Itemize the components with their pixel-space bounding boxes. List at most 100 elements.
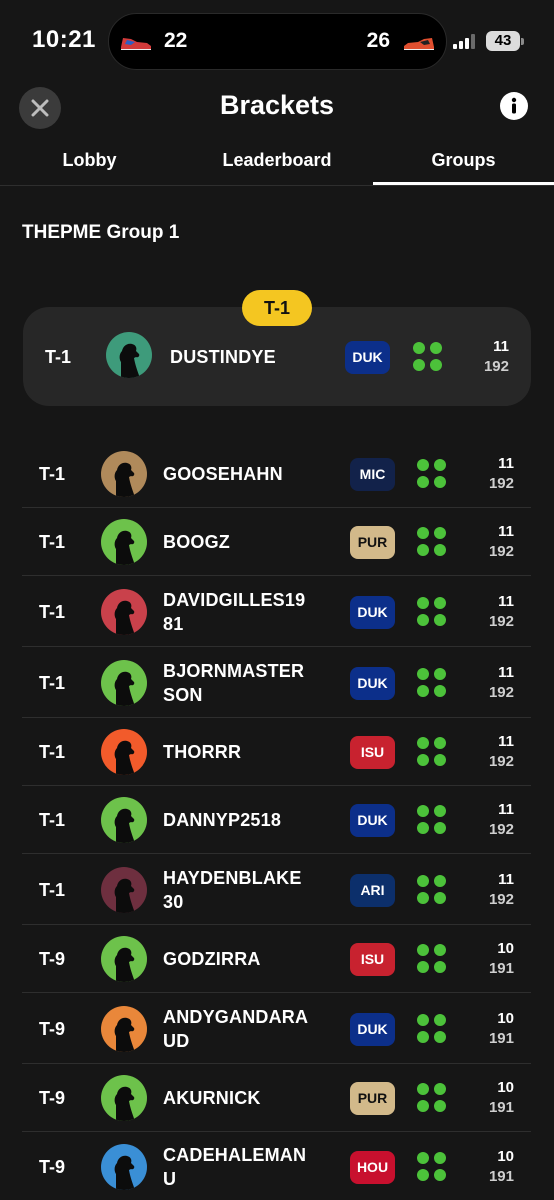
total-value: 191 [488, 1029, 514, 1047]
score-block: 11 192 [489, 732, 514, 772]
points-value: 11 [498, 663, 514, 681]
avatar [106, 332, 152, 378]
points-value: 11 [498, 523, 514, 540]
table-row[interactable]: T-9 AKURNICK PUR 10 191 [22, 1063, 531, 1131]
avatar [101, 1144, 147, 1190]
username: GOOSEHAHN [163, 462, 283, 486]
username-line-2: 30 [163, 891, 184, 912]
rank-label: T-1 [39, 532, 66, 552]
picks-status-icon [417, 1013, 447, 1044]
username: DAVIDGILLES19 81 [163, 588, 305, 636]
avatar [101, 659, 147, 706]
table-row[interactable]: T-9 CADEHALEMAN U HOU 10 191 [22, 1131, 531, 1200]
avatar [101, 936, 147, 982]
tab-groups[interactable]: Groups [373, 150, 554, 171]
score-block: 10 191 [489, 939, 514, 979]
rank-label: T-1 [39, 810, 66, 830]
group-title: THEPME Group 1 [22, 222, 180, 243]
tab-leaderboard[interactable]: Leaderboard [190, 150, 364, 171]
rank-label: T-1 [45, 347, 72, 367]
points-value: 11 [498, 592, 514, 610]
avatar [101, 450, 147, 497]
points-value: 11 [498, 870, 514, 888]
picks-status-icon [417, 458, 447, 489]
page-title: Brackets [219, 90, 335, 120]
team-badge: HOU [350, 1151, 395, 1184]
username-line-1: DANNYP2518 [163, 810, 282, 830]
score-block: 11 192 [489, 454, 514, 494]
points-value: 11 [498, 801, 514, 818]
score-block: 11 192 [489, 522, 514, 562]
points-value: 10 [497, 940, 514, 957]
score-block: 11 192 [489, 663, 514, 703]
picks-status-icon [417, 874, 447, 905]
rank-label: T-1 [39, 601, 66, 622]
avatar [101, 1075, 147, 1121]
team-badge: DUK [350, 804, 395, 837]
points-value: 10 [497, 1148, 514, 1165]
table-row[interactable]: T-1 BJORNMASTER SON DUK 11 192 [22, 646, 531, 717]
username: AKURNICK [163, 1086, 261, 1110]
rank-label: T-9 [39, 1018, 66, 1039]
username: THORRR [163, 740, 241, 764]
active-tab-indicator [373, 182, 554, 185]
team-badge: ISU [350, 943, 395, 976]
username-line-1: GOOSEHAHN [163, 463, 283, 484]
score-right: 26 [366, 29, 390, 52]
info-button[interactable] [500, 92, 528, 120]
score-block: 10 191 [489, 1078, 514, 1118]
team-badge: DUK [350, 666, 395, 700]
points-value: 10 [497, 1079, 514, 1096]
team-badge: ISU [350, 736, 395, 769]
total-value: 192 [488, 753, 514, 770]
score-block: 10 191 [489, 1147, 514, 1187]
table-row[interactable]: T-1 THORRR ISU 11 192 [22, 717, 531, 785]
username-line-2: SON [163, 684, 203, 705]
total-value: 191 [488, 960, 514, 977]
table-row[interactable]: T-1 BOOGZ PUR 11 192 [22, 507, 531, 575]
status-time: 10:21 [32, 26, 96, 53]
score-left: 22 [164, 29, 188, 52]
username-line-1: ANDYGANDARA [163, 1006, 309, 1027]
picks-status-icon [417, 944, 447, 974]
picks-status-icon [413, 342, 443, 372]
battery-icon: 43 [486, 31, 520, 51]
table-row[interactable]: T-1 DANNYP2518 DUK 11 192 [22, 785, 531, 853]
picks-status-icon [417, 737, 447, 767]
status-bar: 10:21 22 26 43 [0, 0, 554, 84]
username: HAYDENBLAKE 30 [163, 866, 302, 914]
username-line-1: GODZIRRA [163, 949, 261, 969]
total-value: 192 [488, 821, 514, 838]
table-row[interactable]: T-1 HAYDENBLAKE 30 ARI 11 192 [22, 853, 531, 924]
rank-label: T-1 [39, 672, 66, 693]
picks-status-icon [417, 667, 447, 698]
picks-status-icon [417, 596, 447, 627]
picks-status-icon [417, 527, 447, 557]
rank-label: T-9 [39, 1157, 66, 1177]
team-badge: DUK [345, 341, 390, 374]
table-row[interactable]: T-1 DAVIDGILLES19 81 DUK 11 192 [22, 575, 531, 646]
rank-label: T-1 [39, 879, 66, 900]
rank-label: T-1 [39, 463, 66, 484]
picks-status-icon [417, 805, 447, 835]
avatar [101, 519, 147, 565]
rank-label: T-1 [39, 742, 66, 762]
rank-label: T-9 [39, 1088, 66, 1108]
username-line-1: BOOGZ [163, 532, 230, 552]
points-value: 11 [498, 454, 514, 472]
total-value: 191 [488, 1168, 514, 1185]
dynamic-island-scoreboard[interactable]: 22 26 [108, 13, 447, 70]
table-row[interactable]: T-9 GODZIRRA ISU 10 191 [22, 924, 531, 992]
avatar [101, 797, 147, 843]
username-line-1: HAYDENBLAKE [163, 867, 302, 888]
tab-bar: Lobby Leaderboard Groups [0, 140, 554, 186]
username-line-2: U [163, 1169, 177, 1189]
team-badge: PUR [350, 526, 395, 559]
table-row[interactable]: T-1 GOOSEHAHN MIC 11 192 [22, 440, 531, 507]
sneaker-icon [121, 38, 151, 50]
battery-tip [521, 38, 524, 45]
tab-lobby[interactable]: Lobby [22, 150, 157, 171]
username: BOOGZ [163, 530, 230, 554]
table-row[interactable]: T-9 ANDYGANDARA UD DUK 10 191 [22, 992, 531, 1063]
total-value: 192 [488, 543, 514, 560]
